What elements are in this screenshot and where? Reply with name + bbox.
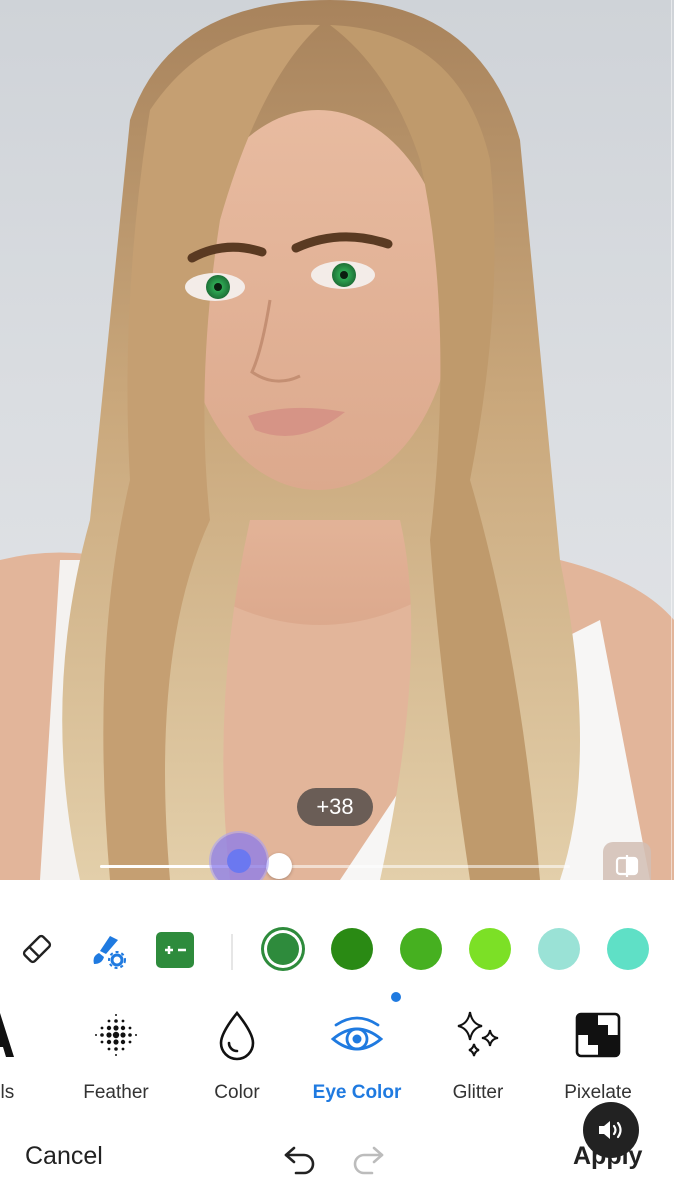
invert-mask-button[interactable] xyxy=(155,930,195,970)
effect-label: Glitter xyxy=(452,1082,504,1103)
eraser-icon xyxy=(22,934,52,964)
slider-value-badge: +38 xyxy=(297,788,373,826)
effect-label: Color xyxy=(214,1082,260,1103)
details-icon xyxy=(0,1013,14,1057)
effect-details[interactable]: ails xyxy=(0,1006,55,1104)
effects-row: ails xyxy=(0,996,674,1106)
eraser-button[interactable] xyxy=(18,930,56,968)
brush-settings-icon xyxy=(93,936,126,969)
effect-pixelate[interactable]: Pixelate xyxy=(543,1006,653,1104)
effect-glitter[interactable]: Glitter xyxy=(423,1006,533,1104)
tools-divider xyxy=(231,934,233,970)
color-swatch[interactable] xyxy=(469,928,511,970)
color-drop-icon xyxy=(219,1010,255,1061)
color-swatch-selected[interactable] xyxy=(267,933,299,965)
brush-tools-row xyxy=(0,880,674,990)
undo-button[interactable] xyxy=(282,1140,318,1181)
photo-canvas[interactable] xyxy=(0,0,674,880)
effect-label: Pixelate xyxy=(564,1082,632,1103)
effect-label: Feather xyxy=(83,1082,149,1103)
brush-settings-button[interactable] xyxy=(88,930,128,970)
color-swatch[interactable] xyxy=(400,928,442,970)
effect-feather[interactable]: Feather xyxy=(61,1006,171,1104)
undo-icon xyxy=(284,1146,315,1175)
effect-label: ails xyxy=(0,1082,15,1103)
pixelate-icon xyxy=(575,1012,621,1058)
redo-button[interactable] xyxy=(350,1140,386,1181)
redo-icon xyxy=(353,1146,384,1175)
sound-toggle-button[interactable] xyxy=(583,1102,639,1158)
feather-dots-icon xyxy=(95,1014,137,1056)
color-swatch[interactable] xyxy=(538,928,580,970)
bottom-action-bar: Cancel Apply xyxy=(0,1120,674,1188)
compare-icon xyxy=(615,855,639,877)
portrait-photo xyxy=(0,0,674,880)
color-swatch[interactable] xyxy=(607,928,649,970)
color-swatch[interactable] xyxy=(331,928,373,970)
effect-color[interactable]: Color xyxy=(182,1006,292,1104)
effect-eye-color[interactable]: Eye Color xyxy=(302,1006,412,1104)
slider-default-marker xyxy=(266,853,292,879)
canvas-edge xyxy=(671,0,672,880)
invert-mask-icon xyxy=(156,932,194,968)
sparkles-icon xyxy=(457,1011,499,1057)
speaker-icon xyxy=(599,1121,622,1139)
cancel-button[interactable]: Cancel xyxy=(25,1142,103,1171)
eye-icon xyxy=(330,1016,384,1051)
effect-label: Eye Color xyxy=(312,1082,402,1103)
